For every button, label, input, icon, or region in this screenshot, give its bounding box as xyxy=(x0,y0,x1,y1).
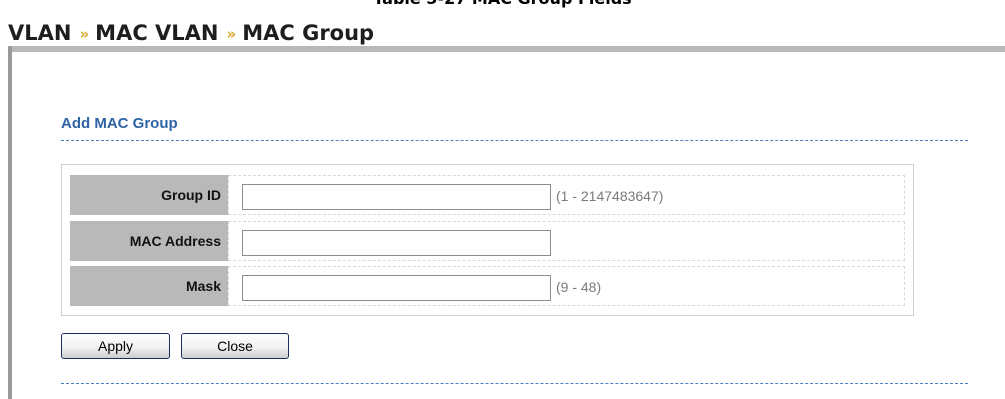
left-border-rule xyxy=(8,46,12,399)
group-id-label: Group ID xyxy=(70,175,228,215)
section-title: Add MAC Group xyxy=(61,115,178,132)
mask-cell: (9 - 48) xyxy=(228,266,905,306)
breadcrumb-separator-icon: » xyxy=(226,25,237,43)
add-mac-group-form: Group ID (1 - 2147483647) MAC Address Ma… xyxy=(61,164,914,316)
breadcrumb-item-mac-vlan[interactable]: MAC VLAN xyxy=(95,21,218,45)
form-row-mac-address: MAC Address xyxy=(70,221,905,261)
form-row-mask: Mask (9 - 48) xyxy=(70,266,905,306)
mask-range-hint: (9 - 48) xyxy=(556,279,602,295)
breadcrumb-item-vlan[interactable]: VLAN xyxy=(8,21,71,45)
breadcrumb: VLAN » MAC VLAN » MAC Group xyxy=(8,17,374,49)
breadcrumb-item-mac-group: MAC Group xyxy=(242,21,375,45)
close-button[interactable]: Close xyxy=(181,333,289,359)
group-id-input[interactable] xyxy=(242,184,551,210)
section-divider-top xyxy=(61,140,968,141)
breadcrumb-separator-icon: » xyxy=(79,25,89,43)
header-divider-bar xyxy=(12,46,1005,52)
mac-address-cell xyxy=(228,221,905,261)
mac-address-input[interactable] xyxy=(242,230,551,256)
document-caption: Table 5-27 MAC Group Fields xyxy=(0,0,1005,9)
mac-address-label: MAC Address xyxy=(70,221,228,261)
mask-input[interactable] xyxy=(242,275,551,301)
section-divider-bottom xyxy=(61,383,968,384)
apply-button[interactable]: Apply xyxy=(61,333,170,359)
group-id-cell: (1 - 2147483647) xyxy=(228,175,905,215)
form-row-group-id: Group ID (1 - 2147483647) xyxy=(70,175,905,215)
group-id-range-hint: (1 - 2147483647) xyxy=(556,188,664,204)
mask-label: Mask xyxy=(70,266,228,306)
